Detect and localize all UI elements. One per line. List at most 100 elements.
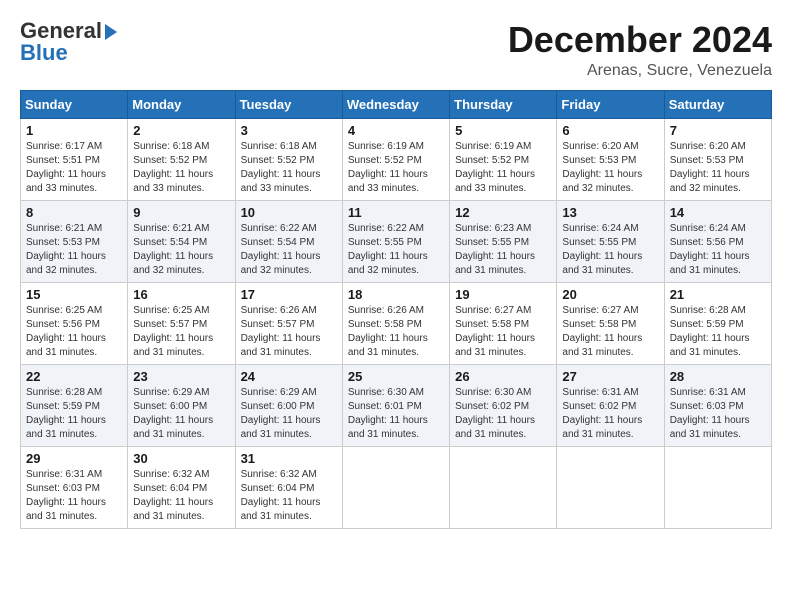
day-info: Sunrise: 6:19 AMSunset: 5:52 PMDaylight:…	[455, 140, 551, 196]
calendar-cell: 19Sunrise: 6:27 AMSunset: 5:58 PMDayligh…	[450, 282, 557, 364]
calendar-week-row: 15Sunrise: 6:25 AMSunset: 5:56 PMDayligh…	[21, 282, 772, 364]
day-number: 29	[26, 451, 122, 466]
calendar-cell: 29 Sunrise: 6:31 AMSunset: 6:03 PMDayligh…	[21, 446, 128, 528]
logo: General Blue	[20, 20, 117, 64]
day-info: Sunrise: 6:20 AMSunset: 5:53 PMDaylight:…	[562, 140, 658, 196]
calendar-cell: 27Sunrise: 6:31 AMSunset: 6:02 PMDayligh…	[557, 364, 664, 446]
calendar-cell: 7 Sunrise: 6:20 AMSunset: 5:53 PMDaylight…	[664, 118, 771, 200]
calendar-cell: 21 Sunrise: 6:28 AMSunset: 5:59 PMDayligh…	[664, 282, 771, 364]
calendar-cell: 18 Sunrise: 6:26 AMSunset: 5:58 PMDayligh…	[342, 282, 449, 364]
calendar-table: Sunday Monday Tuesday Wednesday Thursday…	[20, 90, 772, 529]
day-info: Sunrise: 6:26 AMSunset: 5:57 PMDaylight:…	[241, 304, 337, 360]
weekday-saturday: Saturday	[664, 90, 771, 118]
day-info: Sunrise: 6:30 AMSunset: 6:01 PMDaylight:…	[348, 386, 444, 442]
calendar-cell: 6 Sunrise: 6:20 AMSunset: 5:53 PMDaylight…	[557, 118, 664, 200]
calendar-week-row: 22 Sunrise: 6:28 AMSunset: 5:59 PMDayligh…	[21, 364, 772, 446]
day-info: Sunrise: 6:20 AMSunset: 5:53 PMDaylight:…	[670, 140, 766, 196]
day-number: 8	[26, 205, 122, 220]
calendar-cell: 20Sunrise: 6:27 AMSunset: 5:58 PMDayligh…	[557, 282, 664, 364]
day-info: Sunrise: 6:25 AMSunset: 5:57 PMDaylight:…	[133, 304, 229, 360]
day-info: Sunrise: 6:31 AMSunset: 6:03 PMDaylight:…	[670, 386, 766, 442]
calendar-cell: 1 Sunrise: 6:17 AMSunset: 5:51 PMDaylight…	[21, 118, 128, 200]
day-info: Sunrise: 6:22 AMSunset: 5:54 PMDaylight:…	[241, 222, 337, 278]
day-info: Sunrise: 6:21 AMSunset: 5:53 PMDaylight:…	[26, 222, 122, 278]
day-number: 11	[348, 205, 444, 220]
day-number: 18	[348, 287, 444, 302]
day-number: 12	[455, 205, 551, 220]
calendar-cell: 16 Sunrise: 6:25 AMSunset: 5:57 PMDayligh…	[128, 282, 235, 364]
day-info: Sunrise: 6:32 AMSunset: 6:04 PMDaylight:…	[241, 468, 337, 524]
calendar-cell: 24 Sunrise: 6:29 AMSunset: 6:00 PMDayligh…	[235, 364, 342, 446]
calendar-cell: 28 Sunrise: 6:31 AMSunset: 6:03 PMDayligh…	[664, 364, 771, 446]
day-info: Sunrise: 6:28 AMSunset: 5:59 PMDaylight:…	[26, 386, 122, 442]
calendar-cell: 15Sunrise: 6:25 AMSunset: 5:56 PMDayligh…	[21, 282, 128, 364]
day-info: Sunrise: 6:30 AMSunset: 6:02 PMDaylight:…	[455, 386, 551, 442]
day-number: 16	[133, 287, 229, 302]
day-info: Sunrise: 6:17 AMSunset: 5:51 PMDaylight:…	[26, 140, 122, 196]
day-number: 14	[670, 205, 766, 220]
calendar-cell: 4Sunrise: 6:19 AMSunset: 5:52 PMDaylight…	[342, 118, 449, 200]
calendar-cell: 26 Sunrise: 6:30 AMSunset: 6:02 PMDayligh…	[450, 364, 557, 446]
day-info: Sunrise: 6:32 AMSunset: 6:04 PMDaylight:…	[133, 468, 229, 524]
calendar-cell: 22 Sunrise: 6:28 AMSunset: 5:59 PMDayligh…	[21, 364, 128, 446]
day-number: 7	[670, 123, 766, 138]
day-info: Sunrise: 6:24 AMSunset: 5:56 PMDaylight:…	[670, 222, 766, 278]
weekday-friday: Friday	[557, 90, 664, 118]
day-number: 19	[455, 287, 551, 302]
day-number: 1	[26, 123, 122, 138]
calendar-cell	[664, 446, 771, 528]
day-number: 21	[670, 287, 766, 302]
day-number: 31	[241, 451, 337, 466]
location-subtitle: Arenas, Sucre, Venezuela	[508, 62, 772, 80]
day-info: Sunrise: 6:29 AMSunset: 6:00 PMDaylight:…	[241, 386, 337, 442]
day-number: 17	[241, 287, 337, 302]
calendar-cell	[557, 446, 664, 528]
day-info: Sunrise: 6:25 AMSunset: 5:56 PMDaylight:…	[26, 304, 122, 360]
calendar-cell: 23 Sunrise: 6:29 AMSunset: 6:00 PMDayligh…	[128, 364, 235, 446]
day-info: Sunrise: 6:29 AMSunset: 6:00 PMDaylight:…	[133, 386, 229, 442]
day-number: 24	[241, 369, 337, 384]
day-info: Sunrise: 6:31 AMSunset: 6:02 PMDaylight:…	[562, 386, 658, 442]
calendar-cell: 10 Sunrise: 6:22 AMSunset: 5:54 PMDayligh…	[235, 200, 342, 282]
calendar-week-row: 8 Sunrise: 6:21 AMSunset: 5:53 PMDaylight…	[21, 200, 772, 282]
calendar-cell: 17 Sunrise: 6:26 AMSunset: 5:57 PMDayligh…	[235, 282, 342, 364]
day-number: 22	[26, 369, 122, 384]
day-info: Sunrise: 6:31 AMSunset: 6:03 PMDaylight:…	[26, 468, 122, 524]
calendar-cell: 8 Sunrise: 6:21 AMSunset: 5:53 PMDaylight…	[21, 200, 128, 282]
title-block: December 2024 Arenas, Sucre, Venezuela	[508, 20, 772, 80]
day-number: 26	[455, 369, 551, 384]
calendar-cell: 25 Sunrise: 6:30 AMSunset: 6:01 PMDayligh…	[342, 364, 449, 446]
day-number: 20	[562, 287, 658, 302]
weekday-tuesday: Tuesday	[235, 90, 342, 118]
day-number: 25	[348, 369, 444, 384]
calendar-header-row: Sunday Monday Tuesday Wednesday Thursday…	[21, 90, 772, 118]
day-number: 13	[562, 205, 658, 220]
day-number: 6	[562, 123, 658, 138]
weekday-wednesday: Wednesday	[342, 90, 449, 118]
day-number: 23	[133, 369, 229, 384]
calendar-cell: 12 Sunrise: 6:23 AMSunset: 5:55 PMDayligh…	[450, 200, 557, 282]
logo-arrow-icon	[105, 24, 117, 40]
day-info: Sunrise: 6:28 AMSunset: 5:59 PMDaylight:…	[670, 304, 766, 360]
calendar-cell: 14 Sunrise: 6:24 AMSunset: 5:56 PMDayligh…	[664, 200, 771, 282]
calendar-week-row: 29 Sunrise: 6:31 AMSunset: 6:03 PMDayligh…	[21, 446, 772, 528]
logo-text: General Blue	[20, 20, 117, 64]
calendar-cell: 2Sunrise: 6:18 AMSunset: 5:52 PMDaylight…	[128, 118, 235, 200]
day-number: 30	[133, 451, 229, 466]
day-number: 10	[241, 205, 337, 220]
day-info: Sunrise: 6:21 AMSunset: 5:54 PMDaylight:…	[133, 222, 229, 278]
logo-blue: Blue	[20, 40, 68, 65]
weekday-thursday: Thursday	[450, 90, 557, 118]
day-info: Sunrise: 6:19 AMSunset: 5:52 PMDaylight:…	[348, 140, 444, 196]
calendar-cell	[450, 446, 557, 528]
day-info: Sunrise: 6:22 AMSunset: 5:55 PMDaylight:…	[348, 222, 444, 278]
calendar-cell: 31 Sunrise: 6:32 AMSunset: 6:04 PMDayligh…	[235, 446, 342, 528]
day-info: Sunrise: 6:23 AMSunset: 5:55 PMDaylight:…	[455, 222, 551, 278]
day-info: Sunrise: 6:24 AMSunset: 5:55 PMDaylight:…	[562, 222, 658, 278]
day-info: Sunrise: 6:18 AMSunset: 5:52 PMDaylight:…	[133, 140, 229, 196]
day-number: 28	[670, 369, 766, 384]
day-info: Sunrise: 6:26 AMSunset: 5:58 PMDaylight:…	[348, 304, 444, 360]
calendar-cell: 13 Sunrise: 6:24 AMSunset: 5:55 PMDayligh…	[557, 200, 664, 282]
day-number: 3	[241, 123, 337, 138]
calendar-cell: 3Sunrise: 6:18 AMSunset: 5:52 PMDaylight…	[235, 118, 342, 200]
